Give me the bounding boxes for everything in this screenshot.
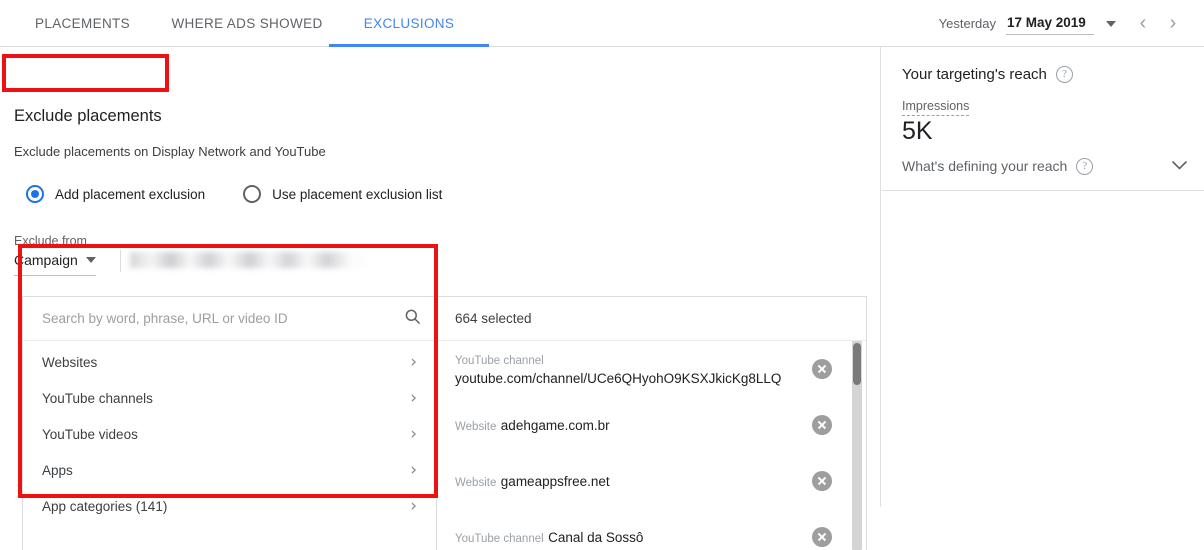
list-item[interactable]: YouTube channel Canal da Sossô [437, 509, 866, 550]
date-range-preset: Yesterday [938, 16, 996, 31]
placement-picker: Websites › YouTube channels › YouTube vi… [22, 296, 867, 550]
reach-card-title-text: Your targeting's reach [902, 66, 1047, 83]
category-item-youtube-videos[interactable]: YouTube videos › [23, 416, 436, 452]
chevron-right-icon: › [410, 351, 417, 372]
selected-item-type: Website [455, 420, 497, 433]
selected-items-list: YouTube channel youtube.com/channel/UCe6… [437, 341, 866, 550]
impressions-value: 5K [902, 117, 933, 145]
remove-icon[interactable] [812, 415, 832, 435]
whats-defining-reach-label: What's defining your reach [902, 158, 1068, 174]
chevron-right-icon: › [410, 495, 417, 516]
selected-item-value: youtube.com/channel/UCe6QHyohO9KSXJkicKg… [455, 370, 782, 386]
category-label: YouTube videos [42, 426, 138, 442]
tab-exclusions-label: EXCLUSIONS [363, 16, 455, 31]
whats-defining-reach-row[interactable]: What's defining your reach ? [902, 157, 1188, 175]
selected-item-value: adehgame.com.br [500, 417, 610, 433]
selected-item-value: gameappsfree.net [500, 473, 610, 489]
selected-item-text: Website gameappsfree.net [455, 472, 798, 491]
exclude-from-label: Exclude from [14, 234, 87, 248]
category-label: App categories (141) [42, 498, 168, 514]
chevron-right-icon: › [1169, 12, 1177, 34]
list-item[interactable]: YouTube channel youtube.com/channel/UCe6… [437, 341, 866, 397]
previous-period-button[interactable]: ‹ [1128, 12, 1158, 35]
radio-use-placement-exclusion-list-label: Use placement exclusion list [272, 186, 443, 202]
selected-item-type: YouTube channel [455, 532, 544, 545]
chevron-right-icon: › [410, 423, 417, 444]
radio-add-placement-exclusion[interactable]: Add placement exclusion [26, 185, 205, 203]
tab-exclusions[interactable]: EXCLUSIONS [329, 0, 489, 47]
remove-icon[interactable] [812, 471, 832, 491]
targeting-reach-sidebar: Your targeting's reach ? Impressions 5K … [882, 47, 1204, 507]
radio-unselected-icon [243, 185, 262, 203]
date-range-control: Yesterday 17 May 2019 ‹ › [939, 0, 1188, 47]
selected-item-text: YouTube channel youtube.com/channel/UCe6… [455, 351, 798, 388]
picker-browse-column: Websites › YouTube channels › YouTube vi… [23, 297, 437, 550]
remove-icon[interactable] [812, 527, 832, 547]
selected-item-type: Website [455, 476, 497, 489]
exclude-placements-panel: Exclude placements Exclude placements on… [0, 47, 881, 550]
chevron-right-icon: › [410, 387, 417, 408]
date-range-dropdown-button[interactable] [1094, 20, 1128, 27]
help-icon[interactable]: ? [1076, 157, 1094, 175]
selected-item-type: YouTube channel [455, 354, 544, 367]
picker-selected-column: 664 selected YouTube channel youtube.com… [437, 297, 866, 550]
help-icon[interactable]: ? [1055, 66, 1073, 83]
category-label: YouTube channels [42, 390, 153, 406]
selected-list-scrollbar[interactable] [852, 341, 862, 550]
category-list: Websites › YouTube channels › YouTube vi… [23, 341, 436, 524]
tab-placements-label: PLACEMENTS [34, 16, 131, 31]
category-label: Websites [42, 354, 98, 370]
exclude-from-select[interactable]: Campaign [14, 252, 96, 276]
chevron-down-icon[interactable] [1171, 157, 1188, 175]
campaign-name-redacted [130, 252, 370, 268]
category-item-youtube-channels[interactable]: YouTube channels › [23, 380, 436, 416]
exclusion-mode-radio-group: Add placement exclusion Use placement ex… [26, 185, 480, 203]
next-period-button[interactable]: › [1158, 12, 1188, 35]
page-subtitle: Exclude placements on Display Network an… [14, 144, 326, 159]
scrollbar-thumb[interactable] [853, 343, 861, 385]
date-range-value[interactable]: 17 May 2019 [1006, 12, 1094, 35]
exclude-from-value: Campaign [14, 252, 78, 268]
chevron-down-icon [1106, 20, 1116, 27]
category-label: Apps [42, 462, 73, 478]
selected-item-text: YouTube channel Canal da Sossô [455, 528, 798, 547]
tab-where-ads-showed[interactable]: WHERE ADS SHOWED [165, 0, 329, 47]
tab-where-ads-showed-label: WHERE ADS SHOWED [171, 16, 323, 31]
chevron-left-icon: ‹ [1139, 12, 1147, 34]
impressions-label[interactable]: Impressions [902, 99, 970, 116]
remove-icon[interactable] [812, 359, 832, 379]
search-icon[interactable] [403, 307, 422, 331]
selected-item-value: Canal da Sossô [548, 529, 644, 545]
reach-card: Your targeting's reach ? Impressions 5K … [882, 47, 1204, 191]
selected-item-text: Website adehgame.com.br [455, 416, 798, 435]
search-row [23, 297, 436, 341]
top-tab-bar: PLACEMENTS WHERE ADS SHOWED EXCLUSIONS Y… [0, 0, 1204, 47]
category-item-apps[interactable]: Apps › [23, 452, 436, 488]
chevron-down-icon [85, 257, 96, 263]
list-item[interactable]: Website gameappsfree.net [437, 453, 866, 509]
chevron-right-icon: › [410, 459, 417, 480]
list-item[interactable]: Website adehgame.com.br [437, 397, 866, 453]
page-title: Exclude placements [14, 107, 162, 125]
category-item-app-categories[interactable]: App categories (141) › [23, 488, 436, 524]
radio-use-placement-exclusion-list[interactable]: Use placement exclusion list [243, 185, 442, 203]
search-input[interactable] [42, 311, 395, 326]
selected-count-header: 664 selected [437, 297, 866, 341]
radio-selected-icon [26, 185, 44, 203]
category-item-websites[interactable]: Websites › [23, 344, 436, 380]
vertical-divider [120, 250, 121, 272]
tab-list: PLACEMENTS WHERE ADS SHOWED EXCLUSIONS [0, 0, 489, 47]
reach-card-title: Your targeting's reach ? [902, 66, 1073, 83]
tab-placements[interactable]: PLACEMENTS [0, 0, 165, 47]
radio-add-placement-exclusion-label: Add placement exclusion [55, 186, 206, 202]
